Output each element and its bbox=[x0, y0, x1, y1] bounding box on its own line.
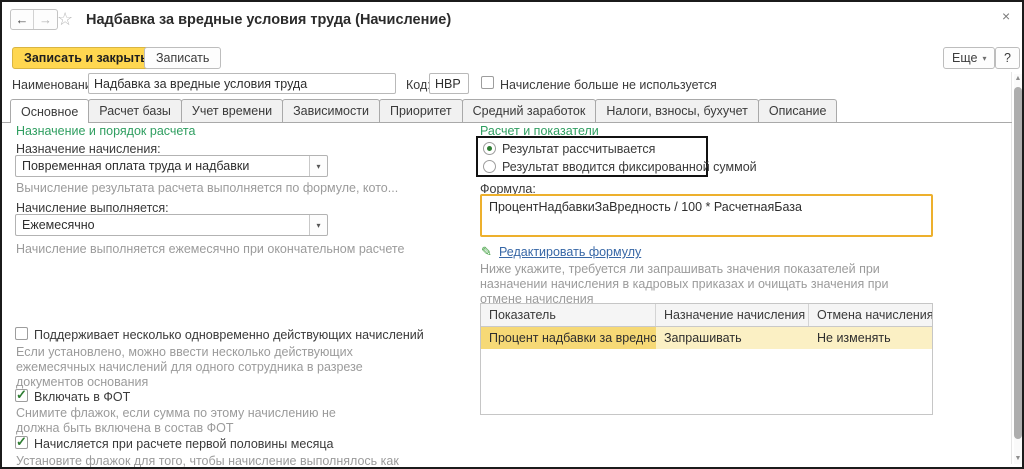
app-window: ← → ☆ Надбавка за вредные условия труда … bbox=[0, 0, 1024, 469]
first-half-hint: Установите флажок для того, чтобы начисл… bbox=[16, 454, 436, 469]
not-used-checkbox-label: Начисление больше не используется bbox=[500, 78, 717, 92]
scroll-up-icon[interactable]: ▲ bbox=[1014, 75, 1022, 83]
result-fixed-radio[interactable] bbox=[483, 160, 496, 173]
first-half-checkbox[interactable] bbox=[15, 436, 28, 449]
scrollbar-thumb[interactable] bbox=[1014, 87, 1022, 439]
multi-accruals-checkbox[interactable] bbox=[15, 327, 28, 340]
indicators-table[interactable]: Показатель Назначение начисления Отмена … bbox=[480, 303, 933, 415]
cell-assignment[interactable]: Запрашивать bbox=[656, 327, 809, 349]
combo-arrow-icon[interactable]: ▾ bbox=[309, 156, 327, 176]
combo-arrow-icon[interactable]: ▾ bbox=[309, 215, 327, 235]
save-button[interactable]: Записать bbox=[144, 47, 221, 69]
forward-arrow-icon: → bbox=[39, 12, 52, 27]
tab-osnovnoe[interactable]: Основное bbox=[10, 99, 89, 123]
tab-raschet-bazy[interactable]: Расчет базы bbox=[88, 99, 182, 122]
include-fot-checkbox-label: Включать в ФОТ bbox=[34, 390, 130, 404]
include-fot-hint: Снимите флажок, если сумма по этому начи… bbox=[16, 406, 364, 436]
vertical-scrollbar[interactable]: ▲ ▼ bbox=[1014, 74, 1022, 464]
formula-input[interactable]: ПроцентНадбавкиЗаВредность / 100 * Расче… bbox=[480, 194, 933, 237]
form-right-edge bbox=[1011, 72, 1012, 464]
left-section-header: Назначение и порядок расчета bbox=[16, 124, 195, 138]
tab-nalogi[interactable]: Налоги, взносы, бухучет bbox=[595, 99, 759, 122]
forward-button[interactable]: → bbox=[34, 10, 57, 29]
tab-prioritet[interactable]: Приоритет bbox=[379, 99, 463, 122]
scroll-down-icon[interactable]: ▼ bbox=[1014, 455, 1022, 463]
first-half-checkbox-label: Начисляется при расчете первой половины … bbox=[34, 437, 333, 451]
schedule-select[interactable]: Ежемесячно ▾ bbox=[15, 214, 328, 236]
indicators-table-header: Показатель Назначение начисления Отмена … bbox=[481, 304, 932, 327]
code-input[interactable] bbox=[429, 73, 469, 94]
result-calculated-radio-label: Результат рассчитывается bbox=[502, 142, 655, 156]
history-nav-group: ← → bbox=[10, 9, 58, 30]
tab-strip: Основное Расчет базы Учет времени Зависи… bbox=[10, 99, 836, 122]
schedule-select-value: Ежемесячно bbox=[22, 218, 95, 232]
more-button-label: Еще bbox=[952, 51, 977, 65]
more-button[interactable]: Еще ▾ bbox=[943, 47, 995, 69]
column-header-cancellation[interactable]: Отмена начисления bbox=[809, 304, 932, 326]
purpose-label: Назначение начисления: bbox=[16, 142, 161, 156]
tab-opisanie[interactable]: Описание bbox=[758, 99, 838, 122]
indicators-hint: Ниже укажите, требуется ли запрашивать з… bbox=[480, 262, 892, 307]
code-field-label: Код: bbox=[406, 78, 431, 92]
favorite-star-icon[interactable]: ☆ bbox=[57, 10, 73, 28]
back-button[interactable]: ← bbox=[11, 10, 34, 29]
tab-bottom-divider bbox=[2, 122, 1012, 123]
back-arrow-icon: ← bbox=[16, 12, 29, 27]
formula-value: ПроцентНадбавкиЗаВредность / 100 * Расче… bbox=[489, 200, 802, 214]
multi-accruals-hint: Если установлено, можно ввести несколько… bbox=[16, 345, 388, 390]
name-input[interactable] bbox=[88, 73, 396, 94]
close-icon[interactable]: × bbox=[1002, 9, 1010, 23]
schedule-hint: Начисление выполняется ежемесячно при ок… bbox=[16, 242, 404, 257]
purpose-hint: Вычисление результата расчета выполняетс… bbox=[16, 181, 398, 196]
chevron-down-icon: ▾ bbox=[982, 54, 986, 63]
cell-indicator[interactable]: Процент надбавки за вредность bbox=[481, 327, 656, 349]
column-header-indicator[interactable]: Показатель bbox=[481, 304, 656, 326]
cell-cancellation[interactable]: Не изменять bbox=[809, 327, 932, 349]
edit-formula-link[interactable]: Редактировать формулу bbox=[499, 245, 641, 259]
multi-accruals-checkbox-label: Поддерживает несколько одновременно дейс… bbox=[34, 328, 424, 342]
column-header-assignment[interactable]: Назначение начисления bbox=[656, 304, 809, 326]
result-calculated-radio[interactable] bbox=[483, 142, 496, 155]
edit-pencil-icon: ✎ bbox=[481, 244, 492, 260]
page-title: Надбавка за вредные условия труда (Начис… bbox=[86, 12, 451, 28]
tab-uchet-vremeni[interactable]: Учет времени bbox=[181, 99, 283, 122]
result-fixed-radio-label: Результат вводится фиксированной суммой bbox=[502, 160, 757, 174]
include-fot-checkbox[interactable] bbox=[15, 389, 28, 402]
tab-sredniy-zarabotok[interactable]: Средний заработок bbox=[462, 99, 597, 122]
help-button[interactable]: ? bbox=[995, 47, 1020, 69]
table-row[interactable]: Процент надбавки за вредность Запрашиват… bbox=[481, 327, 932, 349]
not-used-checkbox[interactable] bbox=[481, 76, 494, 89]
purpose-select[interactable]: Повременная оплата труда и надбавки ▾ bbox=[15, 155, 328, 177]
purpose-select-value: Повременная оплата труда и надбавки bbox=[22, 159, 249, 173]
schedule-label: Начисление выполняется: bbox=[16, 201, 169, 215]
save-and-close-button[interactable]: Записать и закрыть bbox=[12, 47, 160, 69]
tab-zavisimosti[interactable]: Зависимости bbox=[282, 99, 380, 122]
